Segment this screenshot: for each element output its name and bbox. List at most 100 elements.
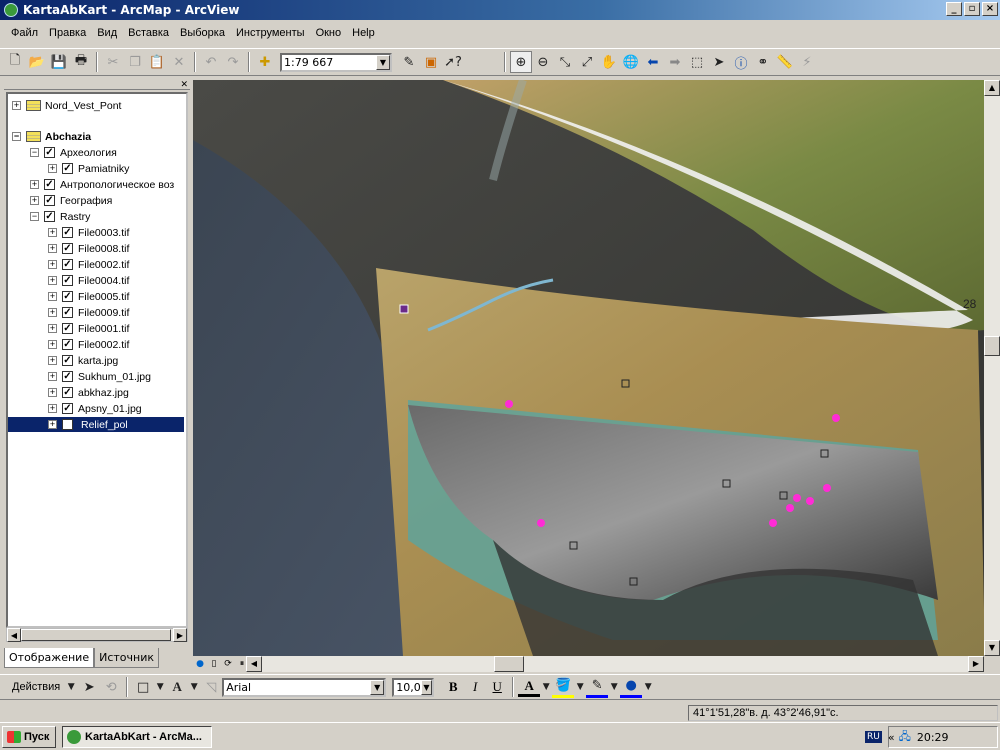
scale-dropdown-arrow-icon[interactable]: ▼ (376, 54, 390, 70)
fill-color-dropdown-arrow-icon[interactable]: ▼ (574, 676, 586, 698)
layer-visibility-checkbox[interactable]: ✓ (62, 355, 73, 366)
layer-visibility-checkbox[interactable]: ✓ (62, 307, 73, 318)
start-button[interactable]: Пуск (2, 725, 56, 748)
map-horizontal-scrollbar[interactable]: ◀ ▶ (246, 656, 984, 672)
actions-dropdown-arrow-icon[interactable]: ▼ (64, 676, 78, 698)
restore-button[interactable]: ▫ (964, 2, 980, 16)
line-color-pen-icon[interactable]: ✎ (586, 676, 609, 698)
italic-button[interactable]: I (464, 679, 486, 695)
layer-row-file0001[interactable]: + ✓ File0001.tif (48, 321, 129, 336)
zoom-in-icon[interactable]: ⊕ (510, 51, 532, 73)
editor-toolbar-icon[interactable]: ✎ (398, 51, 420, 73)
fill-color-bucket-icon[interactable]: 🪣 (552, 676, 575, 698)
clock[interactable]: 20:29 (917, 731, 949, 744)
print-icon[interactable]: 🖶 (70, 51, 92, 73)
menu-window[interactable]: Окно (311, 25, 348, 41)
layer-visibility-checkbox[interactable]: ✓ (62, 419, 73, 430)
layer-visibility-checkbox[interactable]: ✓ (62, 403, 73, 414)
expand-icon[interactable]: + (30, 180, 39, 189)
pan-hand-icon[interactable]: ✋ (598, 51, 620, 73)
drawing-actions-menu[interactable]: Действия (4, 681, 64, 693)
map-vertical-scrollbar[interactable]: ▲ ▼ (984, 80, 1000, 656)
new-document-icon[interactable]: 🗋 (4, 51, 26, 73)
layer-visibility-checkbox[interactable]: ✓ (62, 163, 73, 174)
font-color-button[interactable]: A (518, 678, 541, 697)
rectangle-dropdown-arrow-icon[interactable]: ▼ (154, 676, 166, 698)
refresh-icon[interactable]: ⟳ (221, 657, 235, 671)
font-color-dropdown-arrow-icon[interactable]: ▼ (540, 676, 552, 698)
collapse-icon[interactable]: − (12, 132, 21, 141)
forward-extent-icon[interactable]: ➡ (664, 51, 686, 73)
expand-icon[interactable]: + (48, 276, 57, 285)
expand-icon[interactable]: + (48, 292, 57, 301)
text-dropdown-arrow-icon[interactable]: ▼ (188, 676, 200, 698)
hyperlink-icon[interactable]: ⚡ (796, 51, 818, 73)
layer-row-abkhaz[interactable]: + ✓ abkhaz.jpg (48, 385, 129, 400)
scroll-right-icon[interactable]: ▶ (173, 628, 187, 642)
layer-visibility-checkbox[interactable]: ✓ (62, 291, 73, 302)
expand-icon[interactable]: + (48, 420, 57, 429)
pink-point-marker[interactable] (769, 519, 777, 527)
identify-icon[interactable]: ⓘ (730, 51, 752, 73)
menu-selection[interactable]: Выборка (175, 25, 231, 41)
network-icon[interactable]: 🖧 (899, 728, 911, 747)
bold-button[interactable]: B (442, 679, 464, 695)
expand-icon[interactable]: + (48, 324, 57, 333)
pink-point-marker[interactable] (806, 497, 814, 505)
delete-icon[interactable]: ✕ (168, 51, 190, 73)
tray-expand-icon[interactable]: « (888, 731, 895, 744)
font-dropdown-arrow-icon[interactable]: ▼ (370, 679, 385, 695)
zoom-out-icon[interactable]: ⊖ (532, 51, 554, 73)
layer-row-karta[interactable]: + ✓ karta.jpg (48, 353, 118, 368)
expand-icon[interactable]: + (48, 404, 57, 413)
layer-row-file0005[interactable]: + ✓ File0005.tif (48, 289, 129, 304)
layer-visibility-checkbox[interactable]: ✓ (44, 211, 55, 222)
pink-point-marker[interactable] (786, 504, 794, 512)
expand-icon[interactable]: + (48, 356, 57, 365)
underline-button[interactable]: U (486, 679, 508, 695)
layer-visibility-checkbox[interactable]: ✓ (62, 323, 73, 334)
back-extent-icon[interactable]: ⬅ (642, 51, 664, 73)
layer-tree[interactable]: + Nord_Vest_Pont − Abchazia − ✓ Археолог… (6, 92, 188, 628)
layer-row-abchazia[interactable]: − Abchazia (12, 129, 91, 144)
paste-icon[interactable]: 📋 (146, 51, 168, 73)
layer-row-file0009[interactable]: + ✓ File0009.tif (48, 305, 129, 320)
expand-icon[interactable]: + (48, 244, 57, 253)
marker-color-icon[interactable]: ● (620, 676, 643, 698)
menu-view[interactable]: Вид (92, 25, 123, 41)
data-view-globe-icon[interactable]: ● (193, 657, 207, 671)
redo-icon[interactable]: ↷ (222, 51, 244, 73)
scroll-thumb[interactable] (984, 336, 1000, 356)
layer-row-file0008[interactable]: + ✓ File0008.tif (48, 241, 129, 256)
tab-display[interactable]: Отображение (4, 648, 95, 668)
layer-row-rastry[interactable]: − ✓ Rastry (30, 209, 90, 224)
layout-view-page-icon[interactable]: ▯ (207, 657, 221, 671)
close-button[interactable]: × (982, 2, 998, 16)
edit-vertices-icon[interactable]: ◹ (200, 676, 222, 698)
language-indicator[interactable]: RU (865, 731, 882, 743)
layer-visibility-checkbox[interactable]: ✓ (44, 195, 55, 206)
cut-icon[interactable]: ✂ (102, 51, 124, 73)
layer-visibility-checkbox[interactable]: ✓ (62, 259, 73, 270)
expand-icon[interactable]: + (48, 372, 57, 381)
layer-visibility-checkbox[interactable]: ✓ (62, 227, 73, 238)
expand-icon[interactable]: + (48, 260, 57, 269)
measure-icon[interactable]: 📏 (774, 51, 796, 73)
marker-square[interactable] (399, 304, 409, 314)
layer-visibility-checkbox[interactable]: ✓ (62, 275, 73, 286)
marker-color-dropdown-arrow-icon[interactable]: ▼ (642, 676, 654, 698)
font-size-combobox[interactable]: 10,0 ▼ (392, 677, 435, 697)
tab-source[interactable]: Источник (94, 648, 159, 668)
text-tool-icon[interactable]: A (166, 676, 188, 698)
rotate-icon[interactable]: ⟲ (100, 676, 122, 698)
expand-icon[interactable]: + (48, 340, 57, 349)
scroll-thumb[interactable] (21, 629, 171, 641)
layer-row-file0003[interactable]: + ✓ File0003.tif (48, 225, 129, 240)
minimize-button[interactable]: _ (946, 2, 962, 16)
layer-visibility-checkbox[interactable]: ✓ (62, 371, 73, 382)
scroll-down-icon[interactable]: ▼ (984, 640, 1000, 656)
map-canvas[interactable]: 28 (193, 80, 985, 656)
undo-icon[interactable]: ↶ (200, 51, 222, 73)
pink-point-marker[interactable] (823, 484, 831, 492)
size-dropdown-arrow-icon[interactable]: ▼ (420, 679, 433, 695)
